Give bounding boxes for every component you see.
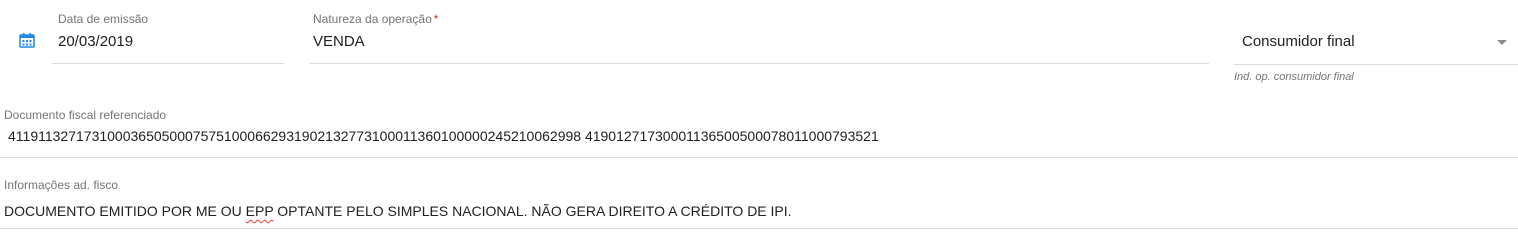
data-emissao-input[interactable]: 20/03/2019 [58,33,133,50]
informacoes-fisco-input[interactable]: DOCUMENTO EMITIDO POR ME OU EPP OPTANTE … [4,203,792,219]
natureza-operacao-underline [309,63,1209,64]
informacoes-fisco-label: Informações ad. fisco [4,178,119,192]
data-emissao-label: Data de emissão [58,12,149,26]
data-emissao-underline [52,63,284,64]
consumidor-final-select[interactable]: Consumidor final [1242,33,1355,50]
consumidor-final-hint: Ind. op. consumidor final [1234,71,1354,83]
documento-fiscal-underline [0,157,1518,158]
consumidor-final-underline [1234,64,1518,65]
spellcheck-flagged-word: EPP [245,203,274,219]
informacoes-fisco-underline [0,228,1518,229]
calendar-icon[interactable] [19,32,35,48]
documento-fiscal-label: Documento fiscal referenciado [4,108,167,122]
natureza-operacao-label: Natureza da operação * [313,12,439,26]
natureza-operacao-input[interactable]: VENDA [313,33,365,50]
documento-fiscal-input[interactable]: 4119113271731000365050007575100066293190… [8,128,879,144]
nfe-form: Data de emissão 20/03/2019 Natureza da o… [0,0,1518,234]
required-marker: * [433,12,439,26]
chevron-down-icon[interactable] [1497,40,1507,45]
